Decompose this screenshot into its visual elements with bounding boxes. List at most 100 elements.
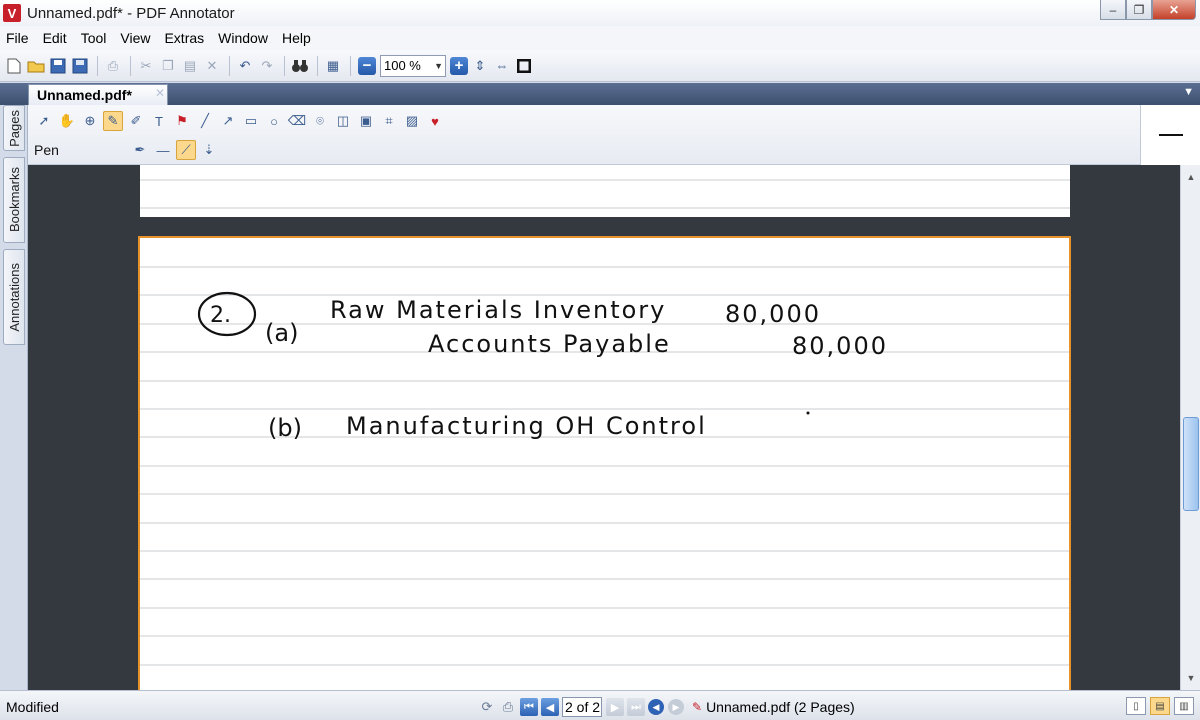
handwritten-annotations: 2. (a) Raw Materials Inventory 80,000 Ac… <box>197 291 886 442</box>
menu-file[interactable]: File <box>6 30 29 46</box>
sync-icon[interactable]: ⟳ <box>478 698 496 716</box>
toolbar-separator <box>317 55 318 76</box>
stamp-tool-icon[interactable]: ⚑ <box>172 111 192 131</box>
current-tool-label: Pen <box>34 142 59 158</box>
window-controls: – ❐ ✕ <box>1100 0 1196 20</box>
hand-pan-icon[interactable]: ✋ <box>57 111 77 131</box>
open-folder-icon[interactable] <box>26 56 46 76</box>
line-a-label: (a) <box>265 319 298 347</box>
menu-window[interactable]: Window <box>218 30 268 46</box>
side-tab-pages[interactable]: Pages <box>3 105 25 151</box>
tab-list-chevron-icon[interactable]: ▼ <box>1183 86 1194 98</box>
picture-icon[interactable]: ▨ <box>402 111 422 131</box>
rectangle-tool-icon[interactable]: ▭ <box>241 111 261 131</box>
pen-color-icon[interactable]: ✒ <box>130 140 150 160</box>
lasso-icon[interactable]: ⌾ <box>310 111 330 131</box>
two-page-view-icon[interactable]: ▥ <box>1174 697 1194 715</box>
line-a-credit-text: Accounts Payable <box>428 330 671 358</box>
line-width-icon[interactable]: ⇣ <box>199 140 219 160</box>
menu-help[interactable]: Help <box>282 30 311 46</box>
pen-tool-icon[interactable]: ✎ <box>103 111 123 131</box>
menu-edit[interactable]: Edit <box>43 30 67 46</box>
menu-tool[interactable]: Tool <box>81 30 107 46</box>
first-page-icon[interactable]: ⏮ <box>520 698 538 716</box>
delete-icon[interactable]: ✕ <box>202 56 222 76</box>
toolbar-separator <box>229 55 230 76</box>
fit-width-icon[interactable]: ⇔ <box>492 56 512 76</box>
tab-unnamed-pdf[interactable]: Unnamed.pdf* <box>28 84 168 105</box>
print-preview-icon[interactable]: ⎙ <box>499 698 517 716</box>
copy-icon[interactable]: ❐ <box>158 56 178 76</box>
save-all-icon[interactable] <box>70 56 90 76</box>
full-screen-icon[interactable] <box>514 56 534 76</box>
scroll-thumb[interactable] <box>1183 417 1199 511</box>
status-bar: Modified ⟳ ⎙ ⏮ ◀ 2 of 2 ▶ ⏭ ◀ ▶ ✎ Unname… <box>0 690 1200 720</box>
paste-icon[interactable]: ▤ <box>180 56 200 76</box>
ellipse-tool-icon[interactable]: ○ <box>264 111 284 131</box>
line-b-label: (b) <box>268 414 302 442</box>
side-tab-bookmarks[interactable]: Bookmarks <box>3 157 25 243</box>
favorites-heart-icon[interactable]: ♥ <box>425 111 445 131</box>
line-tool-icon[interactable]: ╱ <box>195 111 215 131</box>
modified-status: Modified <box>6 699 59 715</box>
single-page-view-icon[interactable]: ▯ <box>1126 697 1146 715</box>
new-document-icon[interactable] <box>4 56 24 76</box>
menu-extras[interactable]: Extras <box>164 30 204 46</box>
line-a-debit: 80,000 <box>725 300 821 328</box>
print-icon[interactable]: ⎙ <box>103 56 123 76</box>
back-icon[interactable]: ◀ <box>648 699 664 715</box>
tool-properties-row: Pen ✒ ― ⟋ ⇣ <box>34 137 222 163</box>
pdf-page-2[interactable]: 2. (a) Raw Materials Inventory 80,000 Ac… <box>138 236 1071 690</box>
continuous-view-icon[interactable]: ▤ <box>1150 697 1170 715</box>
scroll-down-icon[interactable]: ▼ <box>1183 670 1199 686</box>
maximize-button[interactable]: ❐ <box>1126 0 1152 20</box>
page-1-ruling <box>140 179 1070 209</box>
vertical-scrollbar[interactable]: ▲ ▼ <box>1180 165 1200 690</box>
select-arrow-icon[interactable]: ➚ <box>34 111 54 131</box>
pen-preview-stroke <box>1159 134 1183 136</box>
text-tool-icon[interactable]: T <box>149 111 169 131</box>
window-title: Unnamed.pdf* - PDF Annotator <box>27 4 235 22</box>
fit-height-icon[interactable]: ⇕ <box>470 56 490 76</box>
find-binoculars-icon[interactable] <box>290 56 310 76</box>
zoom-tool-icon[interactable]: ⊕ <box>80 111 100 131</box>
save-icon[interactable] <box>48 56 68 76</box>
side-panel: Pages Bookmarks Annotations <box>0 105 28 690</box>
highlighter-icon[interactable]: ✐ <box>126 111 146 131</box>
arrow-tool-icon[interactable]: ↗ <box>218 111 238 131</box>
eraser-icon[interactable]: ⌫ <box>287 111 307 131</box>
tab-close-icon[interactable]: ✕ <box>155 86 165 100</box>
cut-icon[interactable]: ✂ <box>136 56 156 76</box>
side-tab-annotations[interactable]: Annotations <box>3 249 25 345</box>
zoom-select[interactable]: 100 % ▼ <box>380 54 446 77</box>
title-bar: V Unnamed.pdf* - PDF Annotator – ❐ ✕ <box>0 0 1200 26</box>
page-layout-icon[interactable]: ▦ <box>323 56 343 76</box>
forward-icon[interactable]: ▶ <box>668 699 684 715</box>
line-style-icon[interactable]: ― <box>153 140 173 160</box>
scroll-up-icon[interactable]: ▲ <box>1183 169 1199 185</box>
next-page-icon[interactable]: ▶ <box>606 698 624 716</box>
menu-bar: File Edit Tool View Extras Window Help <box>0 26 1200 50</box>
toolbar-separator <box>350 55 351 76</box>
page-number-input[interactable]: 2 of 2 <box>562 697 602 717</box>
zoom-value: 100 % <box>384 58 421 73</box>
zoom-out-button[interactable]: − <box>358 56 376 75</box>
pdf-file-icon: ✎ <box>692 700 703 714</box>
camera-icon[interactable]: ◫ <box>333 111 353 131</box>
last-page-icon[interactable]: ⏭ <box>627 698 645 716</box>
minimize-button[interactable]: – <box>1100 0 1126 20</box>
crop-icon[interactable]: ⌗ <box>379 111 399 131</box>
pdf-page-1[interactable] <box>140 165 1070 217</box>
page-navigation: ⟳ ⎙ ⏮ ◀ 2 of 2 ▶ ⏭ ◀ ▶ ✎ Unnamed.pdf (2 … <box>478 696 855 718</box>
previous-page-icon[interactable]: ◀ <box>541 698 559 716</box>
redo-icon[interactable]: ↷ <box>257 56 277 76</box>
app-logo-icon: V <box>3 4 21 22</box>
insert-image-icon[interactable]: ▣ <box>356 111 376 131</box>
zoom-in-button[interactable]: + <box>450 56 468 75</box>
undo-icon[interactable]: ↶ <box>235 56 255 76</box>
smooth-ink-icon[interactable]: ⟋ <box>176 140 196 160</box>
close-button[interactable]: ✕ <box>1152 0 1196 20</box>
menu-view[interactable]: View <box>120 30 150 46</box>
tab-label: Unnamed.pdf* <box>37 87 132 103</box>
document-view[interactable]: 2. (a) Raw Materials Inventory 80,000 Ac… <box>28 165 1180 690</box>
